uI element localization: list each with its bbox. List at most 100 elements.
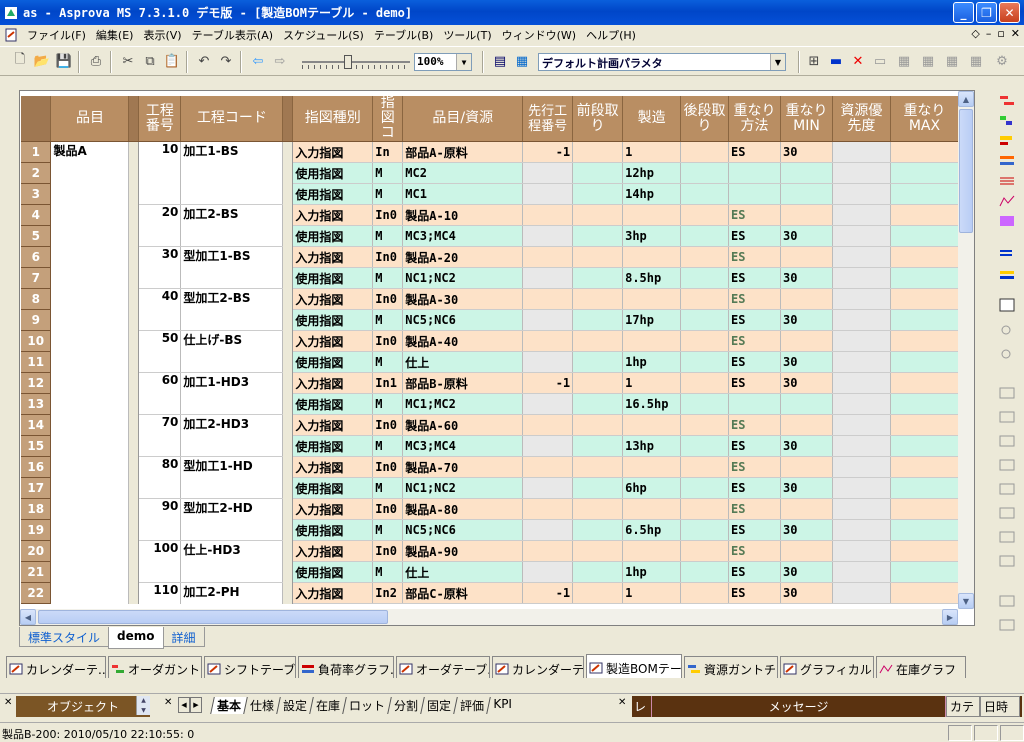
parameter-select[interactable]: デフォルト計画パラメタ ▼ [538,53,786,71]
window-tab-resource-gantt[interactable]: 資源ガントチ... [684,656,778,678]
order-type-cell[interactable]: 入力指図 [292,372,374,394]
teardown-cell[interactable] [680,141,730,163]
overlap-min-cell[interactable]: 30 [780,519,833,541]
manufacture-cell[interactable] [622,288,682,310]
table-row[interactable]: 1 製品A 10 加工1-BS 入力指図 In 部品A-原料 -1 1 ES 30 [21,141,959,604]
manufacture-cell[interactable] [622,456,682,478]
vertical-scrollbar[interactable]: ▲ ▼ [958,91,974,609]
manufacture-cell[interactable]: 17hp [622,309,682,331]
manufacture-cell[interactable]: 16.5hp [622,393,682,415]
teardown-cell[interactable] [680,267,730,289]
overlap-min-cell[interactable]: 30 [780,477,833,499]
row-number[interactable]: 16 [21,456,52,478]
window-tab-order-table[interactable]: オーダテーブ... [396,656,490,678]
forward-arrow-icon[interactable]: ⇨ [272,53,288,69]
process-code-cell[interactable]: 加工2-HD3 [180,414,284,457]
menu-table-view[interactable]: テーブル表示(A) [187,27,278,43]
overlap-method-cell[interactable]: ES [728,435,781,457]
order-type-cell[interactable]: 入力指図 [292,246,374,268]
order-type-cell[interactable]: 使用指図 [292,435,374,457]
order-type-cell[interactable]: 使用指図 [292,519,374,541]
setup-cell[interactable] [572,225,624,247]
manufacture-cell[interactable] [622,330,682,352]
order-code-cell[interactable]: M [372,477,404,499]
resource-priority-cell[interactable] [832,540,891,562]
resource-priority-cell[interactable] [832,561,891,583]
sheet-tab-fixed[interactable]: 固定 [420,697,457,714]
order-code-cell[interactable]: M [372,162,404,184]
process-number-cell[interactable]: 50 [138,330,182,373]
undo-icon[interactable]: ↶ [196,53,212,69]
item-resource-cell[interactable]: NC1;NC2 [402,477,524,499]
prev-process-cell[interactable] [522,225,574,247]
setup-cell[interactable] [572,204,624,226]
resource-priority-cell[interactable] [832,309,891,331]
teardown-cell[interactable] [680,288,730,310]
setup-cell[interactable] [572,183,624,205]
row-number[interactable]: 22 [21,582,52,604]
order-code-cell[interactable]: In0 [372,204,404,226]
order-code-cell[interactable]: M [372,603,404,604]
prev-process-cell[interactable] [522,288,574,310]
window-tab-calendar-1[interactable]: カレンダーテ... [6,656,106,678]
col-setup-header[interactable]: 前段取り [572,96,624,142]
sheet-tab-kpi[interactable]: KPI [486,697,518,714]
overlap-min-cell[interactable]: 30 [780,582,833,604]
col-item-header[interactable]: 品目 [50,96,130,142]
item-resource-cell[interactable]: 製品A-20 [402,246,524,268]
overlap-min-cell[interactable] [780,414,833,436]
teardown-cell[interactable] [680,435,730,457]
prev-process-cell[interactable]: -1 [522,141,574,163]
item-resource-cell[interactable]: MC3;MC4 [402,225,524,247]
process-code-cell[interactable]: 型加工1-HD [180,456,284,499]
manufacture-cell[interactable]: 6hp [622,477,682,499]
manufacture-cell[interactable] [622,204,682,226]
teardown-cell[interactable] [680,183,730,205]
order-code-cell[interactable]: In0 [372,540,404,562]
col-overlap-max-header[interactable]: 重なりMAX [890,96,959,142]
col-order-code-header[interactable]: 指図コ [372,96,404,142]
menu-edit[interactable]: 編集(E) [91,27,139,43]
item-resource-cell[interactable]: NC1;NC2 [402,267,524,289]
overlap-method-cell[interactable]: ES [728,519,781,541]
sheet-tab-setting[interactable]: 設定 [276,697,313,714]
manufacture-cell[interactable]: 14hp [622,183,682,205]
prev-process-cell[interactable] [522,456,574,478]
vertical-scroll-thumb[interactable] [959,109,973,233]
table-row[interactable]: 12 60 加工1-HD3 入力指図 In1 部品B-原料 -1 1 ES 30 [21,372,959,415]
row-number[interactable]: 8 [21,288,52,310]
menu-tools[interactable]: ツール(T) [438,27,496,43]
order-type-cell[interactable]: 入力指図 [292,540,374,562]
order-code-cell[interactable]: M [372,351,404,373]
msg-datetime-header[interactable]: 日時 [980,696,1020,717]
resource-priority-cell[interactable] [832,372,891,394]
order-code-cell[interactable]: M [372,225,404,247]
msg-category-header[interactable]: カテ [946,696,980,717]
redo-icon[interactable]: ↷ [218,53,234,69]
process-number-cell[interactable]: 20 [138,204,182,247]
prev-process-cell[interactable] [522,561,574,583]
table-tool-5-icon[interactable]: ▦ [968,53,984,69]
item-resource-cell[interactable]: 部品C-原料 [402,582,524,604]
window-tab-bom-table[interactable]: 製造BOMテー... [586,654,682,678]
manufacture-cell[interactable]: 1hp [622,561,682,583]
order-code-cell[interactable]: In1 [372,372,404,394]
table-row[interactable]: 14 70 加工2-HD3 入力指図 In0 製品A-60 ES [21,414,959,457]
order-code-cell[interactable]: M [372,309,404,331]
setup-cell[interactable] [572,477,624,499]
item-resource-cell[interactable]: 仕上 [402,351,524,373]
process-number-cell[interactable]: 60 [138,372,182,415]
process-number-cell[interactable]: 10 [138,141,182,205]
paste-icon[interactable]: 📋 [164,53,180,69]
layout-10-icon[interactable] [998,618,1016,632]
process-number-cell[interactable]: 30 [138,246,182,289]
prev-process-cell[interactable] [522,477,574,499]
order-code-cell[interactable]: In0 [372,246,404,268]
matrix-icon[interactable] [998,214,1016,228]
manufacture-cell[interactable]: 12hp [622,162,682,184]
overlap-max-cell[interactable] [890,519,959,541]
overlap-method-cell[interactable]: ES [728,351,781,373]
setup-cell[interactable] [572,162,624,184]
swap-icon[interactable] [998,246,1016,260]
msg-level-header[interactable]: レ [632,696,652,717]
